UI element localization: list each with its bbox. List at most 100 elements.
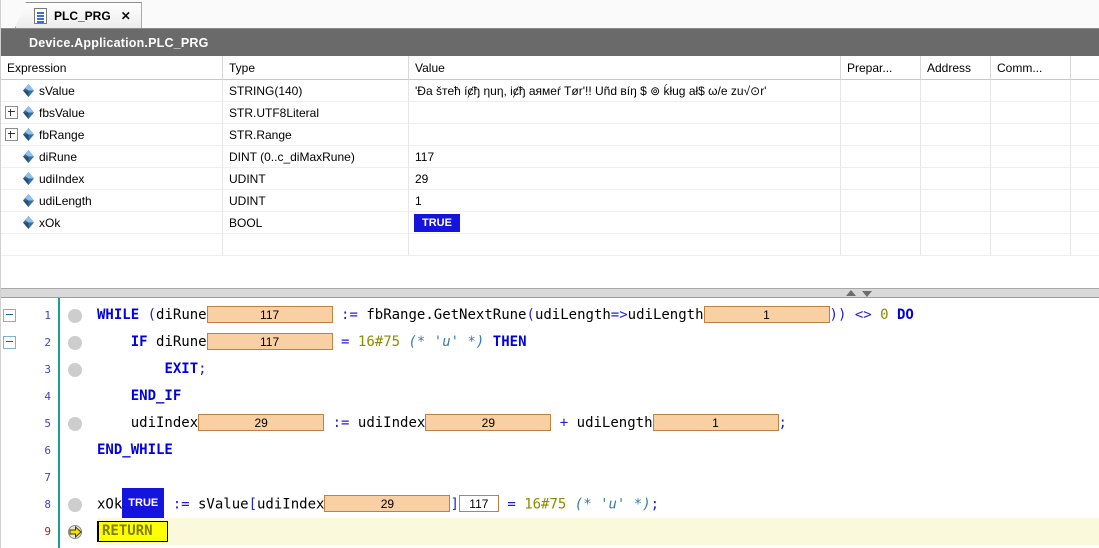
watch-row-diRune[interactable]: diRuneDINT (0..c_diMaxRune)117 <box>1 146 1099 168</box>
empty-cell <box>921 234 991 256</box>
watch-row-fbsValue[interactable]: fbsValueSTR.UTF8Literal <box>1 102 1099 124</box>
value-cell: 'Đa šтeћ íȼђ ηuη, iȼђ aямeŕ Tør'!! Uñd ʙ… <box>409 80 841 102</box>
prepared-value-cell <box>841 124 921 146</box>
code-text[interactable]: END_IF <box>97 383 1099 410</box>
code-text[interactable]: IF diRune117 = 16#75 (* 'u' *) THEN <box>97 329 1099 356</box>
code-token: fbRange.GetNextRune <box>366 307 526 323</box>
code-token: ; <box>651 497 659 513</box>
code-line-2: 2 IF diRune117 = 16#75 (* 'u' *) THEN <box>1 329 1099 356</box>
code-token: (* 'u' *) <box>409 334 485 350</box>
splitter-handle[interactable] <box>846 290 872 297</box>
breakpoint-gutter[interactable] <box>57 302 97 329</box>
inline-value-box-small[interactable]: 117 <box>459 495 499 512</box>
breakpoint-dot[interactable] <box>68 309 82 323</box>
expression-name: sValue <box>39 84 75 98</box>
code-text[interactable]: RETURN <box>97 518 1099 545</box>
inline-value-box[interactable]: 1 <box>653 414 779 431</box>
watch-row-xOk[interactable]: xOkBOOLTRUE <box>1 212 1099 234</box>
type-cell: STR.Range <box>223 124 409 146</box>
comment-cell <box>991 102 1071 124</box>
filler-cell <box>1071 102 1099 124</box>
comment-cell <box>991 168 1071 190</box>
fold-column <box>1 491 17 518</box>
variable-icon <box>23 194 34 207</box>
code-token: := <box>333 415 350 431</box>
inline-value-box[interactable]: 117 <box>207 306 333 323</box>
code-text[interactable]: EXIT; <box>97 356 1099 383</box>
expand-button[interactable] <box>5 128 18 141</box>
watch-row-udiLength[interactable]: udiLengthUDINT1 <box>1 190 1099 212</box>
watch-row-sValue[interactable]: sValueSTRING(140)'Đa šтeћ íȼђ ηuη, iȼђ a… <box>1 80 1099 102</box>
code-line-5: 5 udiIndex29 := udiIndex29 + udiLength1; <box>1 410 1099 437</box>
code-line-4: 4 END_IF <box>1 383 1099 410</box>
column-header-value[interactable]: Value <box>409 56 841 80</box>
expression-cell: fbRange <box>1 124 223 146</box>
code-text[interactable]: xOkTRUE := sValue[udiIndex29]117 = 16#75… <box>97 490 1099 519</box>
breakpoint-gutter[interactable] <box>57 410 97 437</box>
expand-button[interactable] <box>5 106 18 119</box>
column-header-address[interactable]: Address <box>921 56 991 80</box>
code-token: WHILE <box>97 307 139 323</box>
inline-value-box[interactable]: 117 <box>207 333 333 350</box>
code-token <box>551 415 559 431</box>
value-cell <box>409 102 841 124</box>
column-header-type[interactable]: Type <box>223 56 409 80</box>
code-text[interactable]: udiIndex29 := udiIndex29 + udiLength1; <box>97 410 1099 437</box>
code-token <box>97 361 164 377</box>
code-token: [ <box>249 497 257 513</box>
column-header-expression[interactable]: Expression <box>1 56 223 80</box>
breakpoint-dot[interactable] <box>68 417 82 431</box>
line-number: 9 <box>17 525 57 538</box>
fold-column <box>1 437 17 464</box>
breakpoint-gutter[interactable] <box>57 518 97 545</box>
code-line-1: 1WHILE (diRune117 := fbRange.GetNextRune… <box>1 302 1099 329</box>
code-token: xOk <box>97 497 122 513</box>
inline-bool-value[interactable]: TRUE <box>122 488 164 519</box>
breakpoint-dot[interactable] <box>68 498 82 512</box>
column-header-prepar[interactable]: Prepar... <box>841 56 921 80</box>
breakpoint-gutter[interactable] <box>57 356 97 383</box>
tab-plc-prg[interactable]: PLC_PRG ✕ <box>15 2 142 28</box>
code-token: ( <box>527 307 535 323</box>
expression-name: udiIndex <box>39 172 84 186</box>
code-token <box>846 307 854 323</box>
code-token: = <box>507 497 515 513</box>
code-text[interactable]: END_WHILE <box>97 437 1099 464</box>
fold-collapse-icon[interactable] <box>3 309 16 322</box>
breakpoint-dot[interactable] <box>68 363 82 377</box>
code-token: + <box>560 415 568 431</box>
breakpoint-gutter[interactable] <box>57 464 97 491</box>
tab-close-icon[interactable]: ✕ <box>121 9 131 23</box>
code-token: := <box>173 497 190 513</box>
watch-row-fbRange[interactable]: fbRangeSTR.Range <box>1 124 1099 146</box>
code-token <box>400 334 408 350</box>
inline-value-box[interactable]: 29 <box>425 414 551 431</box>
watch-row-udiIndex[interactable]: udiIndexUDINT29 <box>1 168 1099 190</box>
fold-collapse-icon[interactable] <box>3 336 16 349</box>
prepared-value-cell <box>841 80 921 102</box>
breakpoint-gutter[interactable] <box>57 437 97 464</box>
pane-splitter[interactable] <box>1 288 1099 298</box>
breakpoint-gutter[interactable] <box>57 329 97 356</box>
breakpoint-dot[interactable] <box>68 336 82 350</box>
code-editor[interactable]: 1WHILE (diRune117 := fbRange.GetNextRune… <box>1 298 1099 548</box>
tab-title: PLC_PRG <box>54 9 111 23</box>
address-cell <box>921 168 991 190</box>
inline-value-box[interactable]: 1 <box>704 306 830 323</box>
plc-editor-window: PLC_PRG ✕ Device.Application.PLC_PRG Exp… <box>0 0 1099 548</box>
breakpoint-gutter[interactable] <box>57 491 97 518</box>
column-header-comm[interactable]: Comm... <box>991 56 1071 80</box>
breakpoint-gutter[interactable] <box>57 383 97 410</box>
code-line-7: 7 <box>1 464 1099 491</box>
prepared-value-cell <box>841 102 921 124</box>
code-text[interactable]: WHILE (diRune117 := fbRange.GetNextRune(… <box>97 302 1099 329</box>
address-cell <box>921 190 991 212</box>
inline-value-box[interactable]: 29 <box>324 495 450 512</box>
code-token: udiLength <box>577 415 653 431</box>
inline-value-box[interactable]: 29 <box>198 414 324 431</box>
return-statement-highlight: RETURN <box>97 521 168 542</box>
address-cell <box>921 80 991 102</box>
code-token <box>889 307 897 323</box>
code-token: udiIndex <box>257 497 324 513</box>
comment-cell <box>991 190 1071 212</box>
